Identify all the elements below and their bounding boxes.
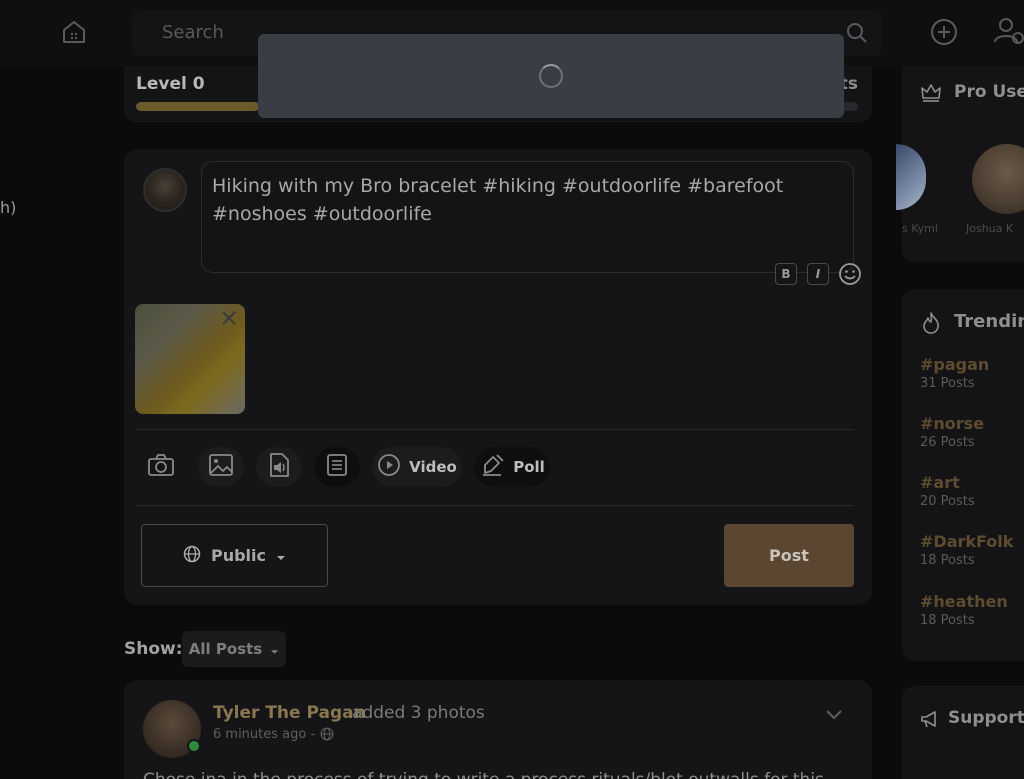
- video-label: Video: [409, 458, 457, 476]
- trending-tag: #DarkFolk: [920, 532, 1014, 551]
- audio-button[interactable]: [256, 447, 302, 487]
- trending-item[interactable]: #pagan 31 Posts: [920, 355, 989, 391]
- pro-users-card: Pro Use s Kyml Joshua K: [896, 66, 1024, 262]
- trending-count: 20 Posts: [920, 494, 975, 509]
- photo-button[interactable]: [198, 447, 244, 487]
- audio-file-icon: [268, 452, 290, 482]
- avatar[interactable]: [972, 144, 1024, 214]
- search-input[interactable]: Search: [162, 22, 224, 43]
- pro-users-title: Pro Use: [954, 82, 1024, 102]
- support-title: Support: [948, 708, 1024, 728]
- post-text: Chose ina in the process of trying to wr…: [143, 770, 824, 779]
- trending-title: Trendin: [954, 311, 1024, 332]
- divider: [136, 429, 854, 430]
- flame-icon: [920, 311, 942, 339]
- image-icon: [208, 453, 234, 481]
- post-action: added 3 photos: [352, 703, 485, 723]
- post-button-label: Post: [769, 546, 809, 565]
- globe-icon: [320, 726, 334, 745]
- poll-button[interactable]: Poll: [474, 447, 550, 487]
- trending-item[interactable]: #DarkFolk 18 Posts: [920, 532, 1013, 568]
- italic-button[interactable]: I: [807, 263, 829, 285]
- left-nav-fragment: h): [0, 198, 17, 217]
- level-label: Level 0: [136, 74, 205, 94]
- camera-button[interactable]: [139, 447, 183, 487]
- pro-user-name[interactable]: Joshua K: [966, 222, 1013, 235]
- globe-icon: [183, 545, 201, 567]
- online-status-badge: [187, 739, 201, 753]
- loading-toast: [258, 34, 844, 118]
- home-icon[interactable]: [56, 14, 92, 50]
- privacy-label: Public: [210, 546, 267, 565]
- caret-down-icon: [270, 640, 279, 659]
- add-circle-icon[interactable]: [926, 14, 962, 50]
- trending-count: 31 Posts: [920, 376, 975, 391]
- support-card: Support: [902, 686, 1024, 779]
- post-text-input[interactable]: Hiking with my Bro bracelet #hiking #out…: [201, 161, 854, 273]
- trending-count: 26 Posts: [920, 435, 975, 450]
- video-play-icon: [377, 453, 401, 481]
- user-add-icon[interactable]: [992, 14, 1024, 50]
- feed-post: Tyler The Pagan added 3 photos 6 minutes…: [124, 680, 872, 779]
- loading-spinner-icon: [539, 64, 563, 88]
- post-author[interactable]: Tyler The Pagan: [213, 703, 366, 723]
- poll-icon: [479, 451, 507, 483]
- trending-tag: #pagan: [920, 355, 990, 374]
- trending-item[interactable]: #norse 26 Posts: [920, 414, 984, 450]
- megaphone-icon: [920, 710, 940, 732]
- bold-button[interactable]: B: [775, 263, 797, 285]
- avatar[interactable]: [896, 144, 926, 210]
- camera-icon: [147, 453, 175, 481]
- crown-icon: [920, 82, 942, 106]
- caret-down-icon: [276, 546, 286, 565]
- trending-count: 18 Posts: [920, 613, 975, 628]
- file-button[interactable]: [314, 447, 360, 487]
- pro-user-name[interactable]: s Kyml: [902, 222, 938, 235]
- remove-photo-icon[interactable]: [221, 310, 237, 326]
- trending-tag: #norse: [920, 414, 985, 433]
- document-icon: [326, 453, 348, 481]
- post-time[interactable]: 6 minutes ago -: [213, 727, 315, 742]
- feed-filter-dropdown[interactable]: All Posts: [182, 631, 286, 667]
- emoji-icon[interactable]: [837, 261, 863, 287]
- attached-photo-thumbnail: [135, 304, 245, 414]
- post-button[interactable]: Post: [724, 524, 854, 587]
- avatar[interactable]: [143, 168, 187, 212]
- trending-card: Trendin #pagan 31 Posts #norse 26 Posts …: [902, 289, 1024, 661]
- trending-tag: #art: [920, 473, 960, 492]
- post-composer: Hiking with my Bro bracelet #hiking #out…: [124, 149, 872, 605]
- trending-tag: #heathen: [920, 592, 1008, 611]
- video-button[interactable]: Video: [372, 447, 462, 487]
- chevron-down-icon[interactable]: [824, 706, 844, 725]
- show-label: Show:: [124, 639, 183, 659]
- level-progress-fill: [136, 102, 259, 111]
- privacy-dropdown[interactable]: Public: [141, 524, 328, 587]
- trending-count: 18 Posts: [920, 553, 975, 568]
- trending-item[interactable]: #heathen 18 Posts: [920, 592, 1008, 628]
- trending-item[interactable]: #art 20 Posts: [920, 473, 975, 509]
- poll-label: Poll: [513, 458, 545, 476]
- feed-filter-label: All Posts: [188, 640, 263, 658]
- search-icon[interactable]: [846, 22, 868, 48]
- divider: [136, 505, 854, 506]
